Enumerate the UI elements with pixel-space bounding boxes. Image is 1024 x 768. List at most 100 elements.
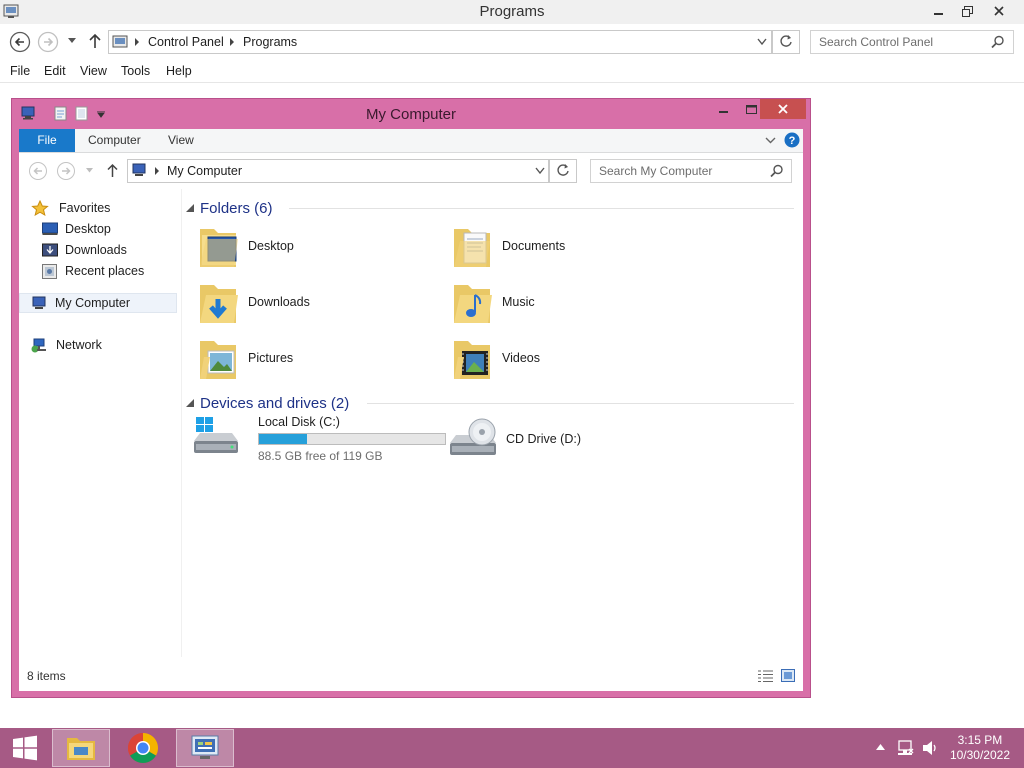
chrome-icon [127,733,159,764]
outer-address-row: Control Panel Programs Search Control Pa… [0,24,1024,60]
back-button[interactable] [9,31,31,53]
outer-menu-bar: File Edit View Tools Help [0,60,1024,83]
breadcrumb-my-computer[interactable]: My Computer [167,164,242,178]
search-icon[interactable] [991,35,1005,49]
drive-c-usage-bar [258,433,446,445]
network-tray-icon[interactable] [897,739,915,757]
details-view-button[interactable] [758,670,773,682]
nav-network[interactable]: Network [31,335,102,355]
nav-desktop[interactable]: Desktop [42,219,111,239]
folder-pictures-icon [200,341,236,379]
nav-my-computer[interactable]: My Computer [19,293,177,313]
speaker-icon [923,741,936,755]
minimize-icon [934,13,943,15]
forward-arrow-icon [57,162,75,180]
cd-drive-icon [450,418,496,455]
outer-title-bar: Programs [0,0,1024,24]
network-icon [31,338,46,353]
menu-tools[interactable]: Tools [121,64,150,78]
help-icon: ? [784,132,800,148]
file-explorer-icon [67,738,95,760]
taskbar-chrome[interactable] [114,729,172,767]
menu-file[interactable]: File [10,64,30,78]
recent-pages-button[interactable] [67,37,77,45]
explorer-search-input[interactable]: Search My Computer [590,159,792,183]
star-icon [31,200,49,216]
explorer-address-dropdown[interactable] [535,167,545,175]
folder-documents[interactable]: Documents [450,223,670,273]
item-count: 8 items [27,669,66,683]
drive-c-free-space: 88.5 GB free of 119 GB [258,449,383,463]
outer-search-input[interactable]: Search Control Panel [810,30,1014,54]
nav-favorites[interactable]: Favorites [31,198,110,218]
drive-c-label: Local Disk (C:) [258,415,340,429]
forward-button[interactable] [37,31,59,53]
taskbar-control-panel[interactable] [176,729,234,767]
menu-help[interactable]: Help [166,64,192,78]
recent-places-icon [42,263,57,279]
explorer-forward-button[interactable] [56,161,76,181]
drive-d[interactable]: CD Drive (D:) [448,415,668,467]
ribbon-expand-button[interactable] [765,137,776,144]
inner-minimize-button[interactable] [709,101,739,119]
clock-date: 10/30/2022 [949,748,1010,762]
large-icons-view-button[interactable] [781,669,795,682]
explorer-back-button[interactable] [28,161,48,181]
show-hidden-icons-button[interactable] [876,744,885,750]
navigation-pane: Favorites Desktop Downloads Recent place… [19,189,182,657]
address-dropdown-button[interactable] [757,38,767,46]
taskbar-file-explorer[interactable] [52,729,110,767]
up-button[interactable] [88,33,102,49]
folder-videos-icon [454,341,490,379]
nav-recent-places[interactable]: Recent places [42,261,144,281]
breadcrumb-programs[interactable]: Programs [243,35,297,49]
chevron-down-icon [86,168,93,173]
outer-minimize-button[interactable] [924,0,954,22]
outer-address-bar[interactable]: Control Panel Programs [108,30,772,54]
content-area: Folders (6) Desktop Documents Downloads … [182,189,802,657]
drives-group-header[interactable]: Devices and drives (2) [186,393,349,413]
folder-downloads[interactable]: Downloads [196,279,416,329]
breadcrumb-control-panel[interactable]: Control Panel [148,35,224,49]
maximize-icon [745,105,757,114]
breadcrumb-separator-icon [229,38,235,46]
explorer-body: File Computer View ? My Computer Search … [19,129,803,691]
folder-pictures[interactable]: Pictures [196,335,416,385]
folder-music[interactable]: Music [450,279,670,329]
outer-restore-button[interactable] [954,0,980,22]
explorer-refresh-button[interactable] [549,159,577,183]
close-icon [778,104,788,114]
menu-view[interactable]: View [80,64,107,78]
group-divider [367,403,794,404]
chevron-down-icon [535,167,545,175]
drive-c[interactable]: Local Disk (C:) 88.5 GB free of 119 GB [192,415,446,467]
folders-group-header[interactable]: Folders (6) [186,198,273,218]
explorer-up-button[interactable] [106,163,119,178]
help-button[interactable]: ? [784,132,800,148]
clock-time: 3:15 PM [957,733,1003,747]
search-icon[interactable] [770,164,784,178]
outer-refresh-button[interactable] [772,30,800,54]
menu-edit[interactable]: Edit [44,64,66,78]
tab-view[interactable]: View [168,129,194,152]
taskbar-clock[interactable]: 3:15 PM 10/30/2022 [950,733,1010,763]
back-arrow-icon [9,31,31,53]
folder-desktop-icon [200,229,238,267]
outer-close-button[interactable] [984,0,1014,22]
tab-computer[interactable]: Computer [88,129,141,152]
computer-icon [32,296,46,309]
outer-window-title: Programs [479,3,545,20]
folder-videos[interactable]: Videos [450,335,670,385]
svg-text:?: ? [789,135,796,147]
nav-downloads[interactable]: Downloads [42,240,127,260]
explorer-recent-button[interactable] [85,167,94,174]
explorer-address-bar[interactable]: My Computer [127,159,549,183]
folder-desktop[interactable]: Desktop [196,223,416,273]
inner-close-button[interactable] [760,99,806,119]
start-button[interactable] [0,729,50,767]
ribbon: File Computer View ? [19,129,803,153]
tab-file[interactable]: File [19,129,75,152]
restore-icon [961,5,973,17]
volume-tray-icon[interactable] [921,739,939,757]
windows-logo-icon [13,735,37,761]
